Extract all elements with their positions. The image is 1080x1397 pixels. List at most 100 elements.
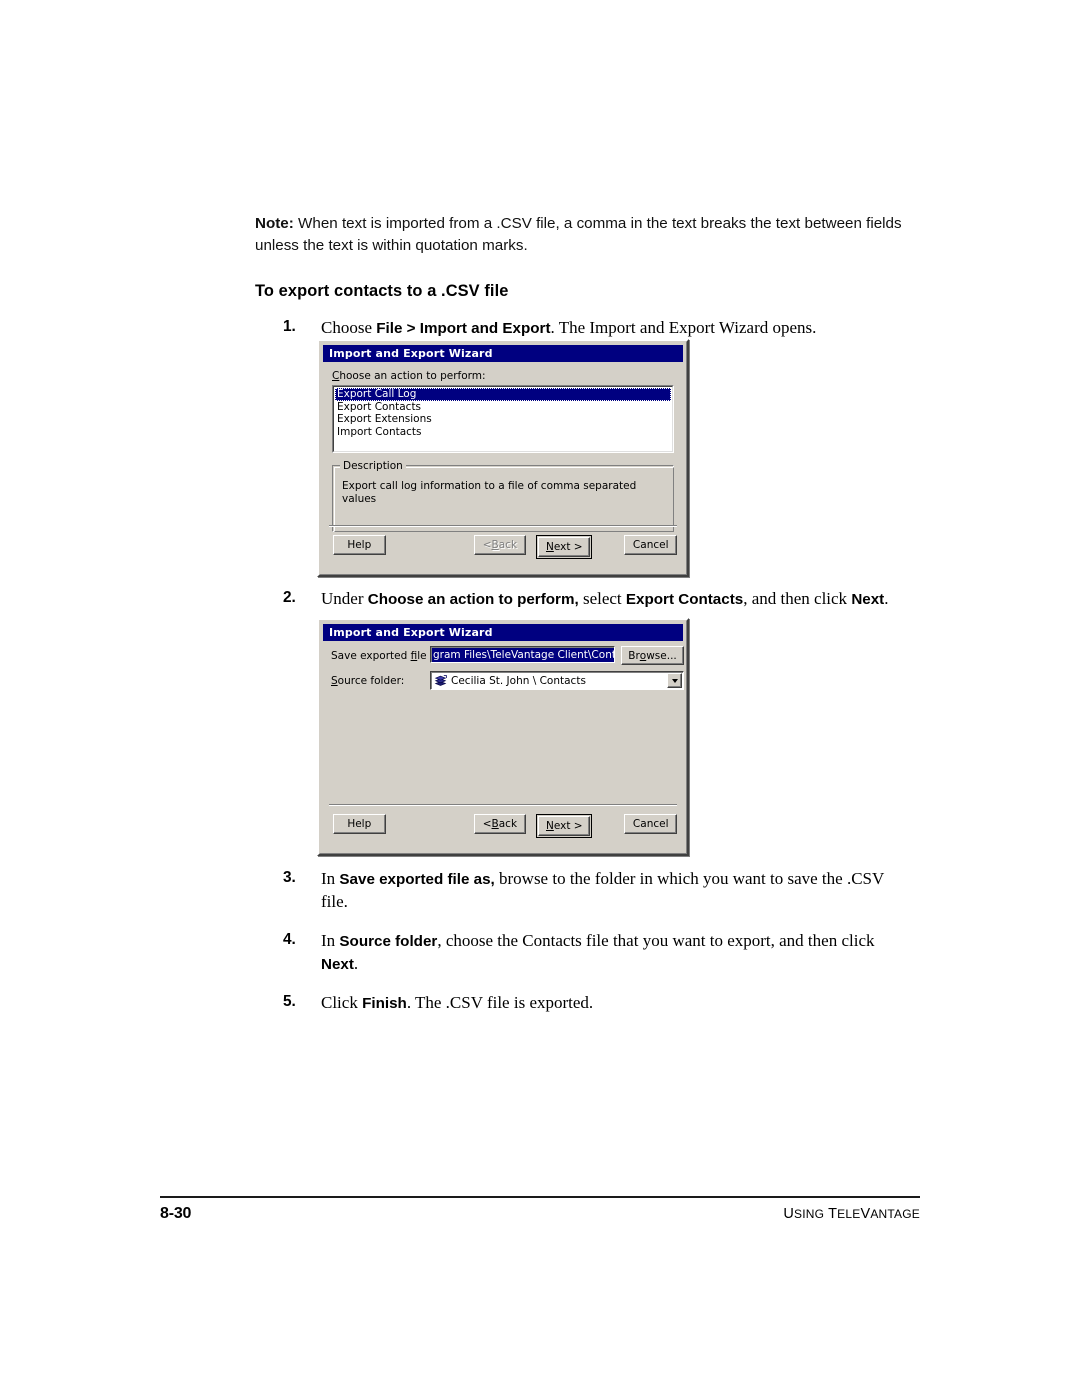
list-item[interactable]: Export Call Log	[335, 388, 671, 401]
browse-rest: wse...	[646, 649, 677, 662]
dialog-frame: Import and Export Wizard Choose an actio…	[319, 341, 687, 575]
running-head-part: U	[783, 1206, 794, 1222]
list-item[interactable]: Import Contacts	[335, 426, 671, 439]
page-content: Note: When text is imported from a .CSV …	[255, 213, 905, 340]
source-folder-value: Cecilia St. John \ Contacts	[451, 674, 586, 687]
save-file-input[interactable]: gram Files\TeleVantage Client\Contacts.c…	[430, 646, 615, 663]
dialog-titlebar: Import and Export Wizard	[323, 624, 683, 641]
emphasis-text: Save exported file as,	[339, 871, 495, 888]
cancel-button[interactable]: Cancel	[624, 814, 677, 834]
dialog-body: Choose an action to perform: Export Call…	[323, 362, 683, 571]
label-rest: ource folder:	[337, 675, 405, 687]
body-text: Choose	[321, 318, 377, 338]
step-number: 5.	[283, 992, 296, 1010]
source-folder-combobox[interactable]: Cecilia St. John \ Contacts	[430, 671, 684, 690]
page-number: 8-30	[160, 1205, 192, 1222]
running-head: USING TELEVANTAGE	[783, 1206, 920, 1222]
emphasis-text: Source folder	[339, 932, 438, 950]
running-head-part: SING	[794, 1207, 825, 1221]
next-button-default-frame: Next >	[536, 535, 593, 559]
step-number: 4.	[283, 930, 296, 948]
step-3: 3. In Save exported file as, browse to t…	[255, 868, 905, 914]
dialog-button-row: Help < Back Next > Cancel	[329, 535, 677, 559]
emphasis-text: Next	[321, 955, 354, 973]
running-head-part: V	[860, 1206, 871, 1222]
label-prefix: Save exported	[331, 650, 411, 662]
body-text: select	[578, 589, 626, 608]
step-number: 1.	[283, 318, 296, 336]
import-export-wizard-dialog-1[interactable]: Import and Export Wizard Choose an actio…	[317, 339, 689, 577]
running-head-part: T	[824, 1206, 838, 1222]
step-2: 2. Under Choose an action to perform, se…	[255, 588, 905, 611]
running-head-part: ELE	[837, 1207, 861, 1221]
back-rest: ack	[498, 818, 518, 830]
step-text: Choose File > Import and Export. The Imp…	[321, 318, 816, 337]
listbox-items[interactable]: Export Call Log Export Contacts Export Ext…	[333, 386, 673, 452]
help-button[interactable]: Help	[333, 814, 386, 834]
next-button[interactable]: Next >	[538, 816, 591, 836]
help-button[interactable]: Help	[333, 535, 386, 555]
page-content-2: 2. Under Choose an action to perform, se…	[255, 588, 905, 611]
page-content-3: 3. In Save exported file as, browse to t…	[255, 868, 905, 1015]
step-number: 2.	[283, 589, 296, 606]
save-file-value: gram Files\TeleVantage Client\Contacts.c…	[432, 647, 614, 662]
emphasis-text: Next	[851, 591, 885, 608]
accel-char: N	[545, 541, 554, 553]
back-button[interactable]: < Back	[473, 814, 527, 834]
browse-button[interactable]: Br o wse...	[621, 646, 684, 665]
body-text: In	[321, 869, 340, 888]
step-text: Click Finish. The .CSV file is exported.	[321, 993, 593, 1012]
action-list-label: Choose an action to perform:	[332, 370, 674, 382]
button-separator	[329, 525, 677, 527]
note-text: When text is imported from a .CSV file, …	[255, 215, 902, 254]
emphasis-text: Finish	[362, 994, 407, 1012]
footer-rule	[160, 1196, 920, 1198]
source-folder-label: Source folder:	[331, 675, 404, 687]
list-item[interactable]: Export Contacts	[335, 401, 671, 414]
body-text: . The .CSV file is exported.	[406, 992, 594, 1012]
cancel-button[interactable]: Cancel	[624, 535, 677, 555]
next-rest: ext >	[553, 541, 583, 553]
next-button-default-frame: Next >	[536, 814, 593, 838]
next-button[interactable]: Next >	[538, 537, 591, 557]
body-text: Click	[321, 992, 363, 1012]
chevron-down-icon[interactable]	[667, 673, 682, 688]
emphasis-text: Choose an action to perform,	[367, 591, 579, 608]
save-file-label: Save exported file as:	[331, 650, 446, 662]
list-item[interactable]: Export Extensions	[335, 413, 671, 426]
body-text: .	[884, 589, 889, 608]
dialog-body: Save exported file as: gram Files\TeleVa…	[323, 641, 684, 850]
note-paragraph: Note: When text is imported from a .CSV …	[255, 213, 905, 256]
emphasis-text: Export Contacts	[625, 591, 744, 608]
step-text: In Save exported file as, browse to the …	[321, 869, 884, 911]
section-heading: To export contacts to a .CSV file	[255, 282, 509, 301]
import-export-wizard-dialog-2[interactable]: Import and Export Wizard Save exported f…	[317, 618, 689, 856]
back-prefix: <	[482, 818, 492, 830]
page-footer: 8-30 USING TELEVANTAGE	[160, 1205, 920, 1223]
folder-stack-icon	[434, 674, 447, 687]
note-label: Note:	[255, 215, 294, 232]
accel-char: B	[491, 539, 499, 551]
back-prefix: <	[482, 539, 492, 551]
running-head-part: ANTAGE	[870, 1207, 920, 1221]
emphasis-text: File > Import and Export	[376, 320, 551, 338]
step-text: In Source folder, choose the Contacts fi…	[321, 931, 875, 973]
next-rest: ext >	[553, 820, 583, 832]
dialog-button-row: Help < Back Next > Cancel	[329, 814, 677, 838]
back-rest: ack	[498, 539, 518, 551]
action-listbox[interactable]: Export Call Log Export Contacts Export Ext…	[332, 385, 674, 453]
description-groupbox-title: Description	[340, 460, 406, 472]
body-text: .	[353, 953, 359, 973]
step-5: 5. Click Finish. The .CSV file is export…	[255, 992, 905, 1015]
dialog-titlebar: Import and Export Wizard	[323, 345, 683, 362]
accel-char: N	[545, 820, 554, 832]
description-text: Export call log information to a file of…	[342, 480, 637, 505]
label-rest: hoose an action to perform:	[339, 370, 486, 382]
accel-char: B	[491, 818, 499, 830]
browse-prefix: Br	[628, 649, 640, 662]
step-4: 4. In Source folder, choose the Contacts…	[255, 930, 905, 976]
body-text: , choose the Contacts file that you want…	[437, 930, 875, 950]
document-page: Note: When text is imported from a .CSV …	[0, 0, 1080, 1397]
description-groupbox: Description Export call log information …	[332, 460, 674, 532]
back-button[interactable]: < Back	[473, 535, 527, 555]
